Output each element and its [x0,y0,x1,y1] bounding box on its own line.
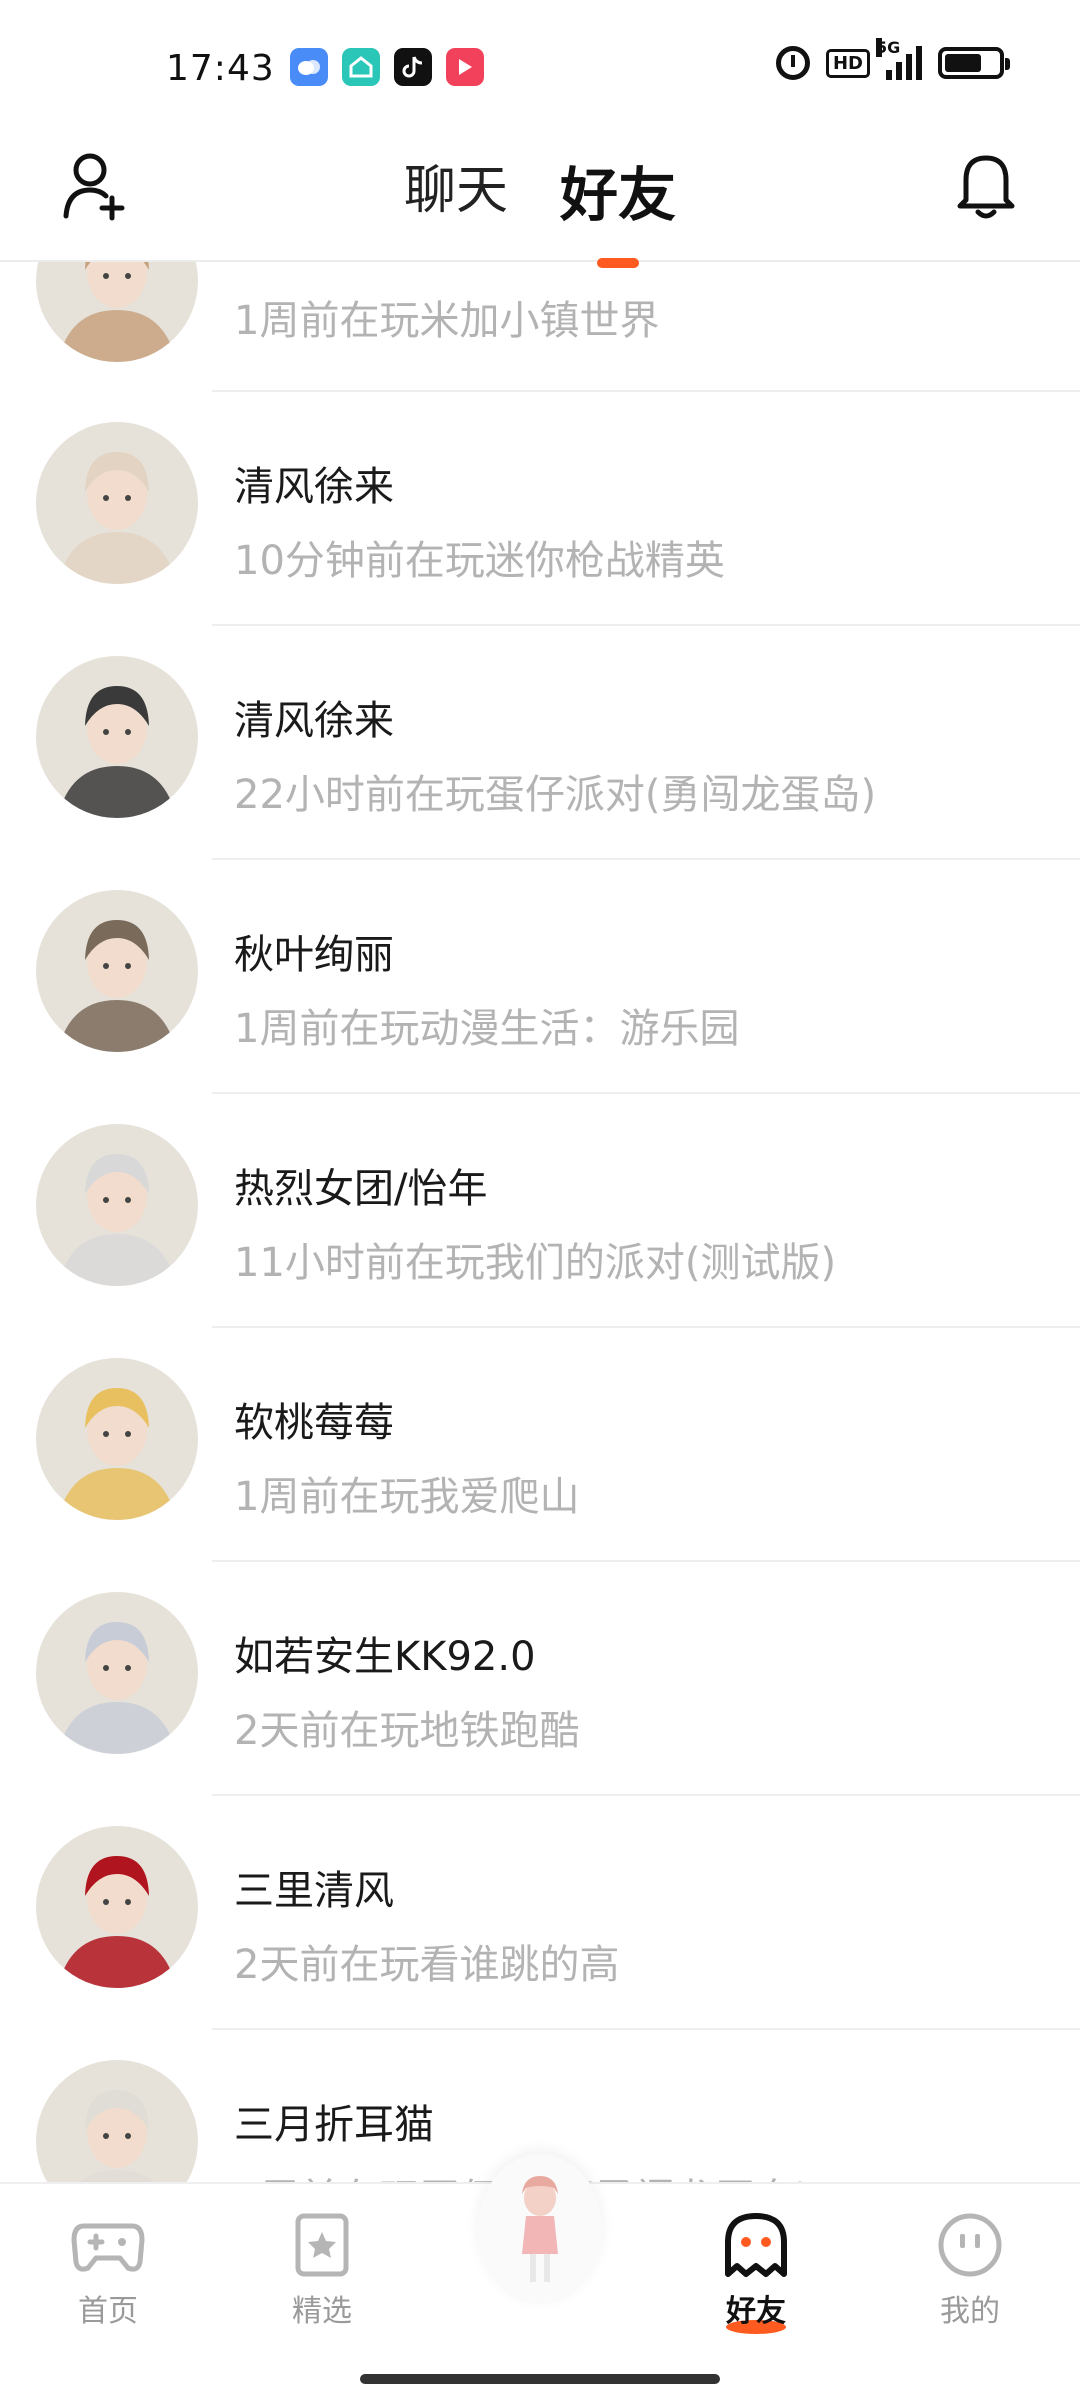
bottom-navigation: 首页 精选 好友 我的 [0,2154,1080,2400]
battery-icon [938,47,1010,79]
friend-avatar[interactable] [36,1826,198,1988]
friend-activity-status: 10分钟前在玩迷你枪战精英 [234,538,725,584]
friend-activity-status: 1周前在玩米加小镇世界 [234,298,660,344]
cloud-app-icon [290,48,328,86]
video-app-icon [446,48,484,86]
home-app-icon [342,48,380,86]
friend-name: 三月折耳猫 [234,2102,434,2148]
nav-home-label: 首页 [78,2294,138,2329]
friend-list[interactable]: 1周前在玩米加小镇世界 清风徐来 10分钟前在玩迷你枪战精英 清风徐来 22小时前在玩蛋… [0,262,1080,2182]
nav-home[interactable]: 首页 [38,2212,178,2330]
friend-name: 三里清风 [234,1868,394,1914]
friend-activity-status: 11小时前在玩我们的派对(测试版) [234,1240,837,1286]
friend-name: 清风徐来 [234,698,394,744]
signal-icon: 5G [876,38,922,80]
friend-activity-status: 2天前在玩地铁跑酷 [234,1708,580,1754]
top-header: 聊天 好友 [0,130,1080,268]
friend-row[interactable]: 秋叶绚丽 1周前在玩动漫生活：游乐园 [0,860,1080,1094]
nav-friends[interactable]: 好友 [686,2212,826,2334]
friend-avatar[interactable] [36,2060,198,2182]
tab-chat[interactable]: 聊天 [404,148,508,232]
friend-name: 清风徐来 [234,464,394,510]
friend-name: 秋叶绚丽 [234,932,394,978]
ghost-friends-icon [725,2213,787,2277]
friend-row[interactable]: 热烈女团/怡年 11小时前在玩我们的派对(测试版) [0,1094,1080,1328]
friend-name: 软桃莓莓 [234,1400,394,1446]
hd-badge: HD [825,48,870,78]
network-type: 5G [876,38,901,57]
friend-avatar[interactable] [36,1592,198,1754]
friend-activity-status: 1周前在玩我爱爬山 [234,1474,580,1520]
status-bar: 17:43 HD 5G [0,0,1080,130]
friend-name: 热烈女团/怡年 [234,1166,488,1212]
nav-profile-label: 我的 [940,2294,1000,2329]
status-indicators: HD 5G [775,38,1010,80]
star-bookmark-icon [295,2213,349,2277]
active-tab-indicator [597,258,639,268]
friend-row[interactable]: 1周前在玩米加小镇世界 [0,262,1080,392]
friend-avatar[interactable] [36,656,198,818]
battery-level [945,54,982,72]
friend-row[interactable]: 清风徐来 22小时前在玩蛋仔派对(勇闯龙蛋岛) [0,626,1080,860]
home-indicator[interactable] [360,2374,720,2384]
nav-featured-label: 精选 [292,2294,352,2329]
tab-friends-label: 好友 [560,161,677,229]
character-avatar-icon [522,2176,558,2282]
friend-avatar[interactable] [36,422,198,584]
friend-row[interactable]: 三里清风 2天前在玩看谁跳的高 [0,1796,1080,2030]
nav-friends-label: 好友 [726,2294,786,2329]
tab-chat-label: 聊天 [403,161,508,221]
friend-activity-status: 2天前在玩看谁跳的高 [234,1942,620,1988]
friend-avatar[interactable] [36,1124,198,1286]
friend-avatar[interactable] [36,1358,198,1520]
smiley-profile-icon [938,2213,1002,2277]
friend-avatar[interactable] [36,262,198,362]
friend-name: 如若安生KK92.0 [234,1634,536,1680]
tab-friends[interactable]: 好友 [560,148,677,268]
friend-activity-status: 1周前在玩动漫生活：游乐园 [234,1006,740,1052]
friend-avatar[interactable] [36,890,198,1052]
status-time: 17:43 [166,48,275,89]
nav-featured[interactable]: 精选 [252,2212,392,2330]
friend-row[interactable]: 软桃莓莓 1周前在玩我爱爬山 [0,1328,1080,1562]
alarm-icon [775,46,810,80]
header-tabs: 聊天 好友 [0,148,1080,268]
center-avatar-button[interactable] [478,2154,602,2304]
tiktok-app-icon [394,48,432,86]
notification-app-icons [290,48,484,86]
friend-activity-status: 22小时前在玩蛋仔派对(勇闯龙蛋岛) [234,772,877,818]
gamepad-icon [71,2223,145,2272]
bell-icon[interactable] [952,150,1020,222]
friend-row[interactable]: 清风徐来 10分钟前在玩迷你枪战精英 [0,392,1080,626]
friend-row[interactable]: 如若安生KK92.0 2天前在玩地铁跑酷 [0,1562,1080,1796]
nav-profile[interactable]: 我的 [900,2212,1040,2330]
